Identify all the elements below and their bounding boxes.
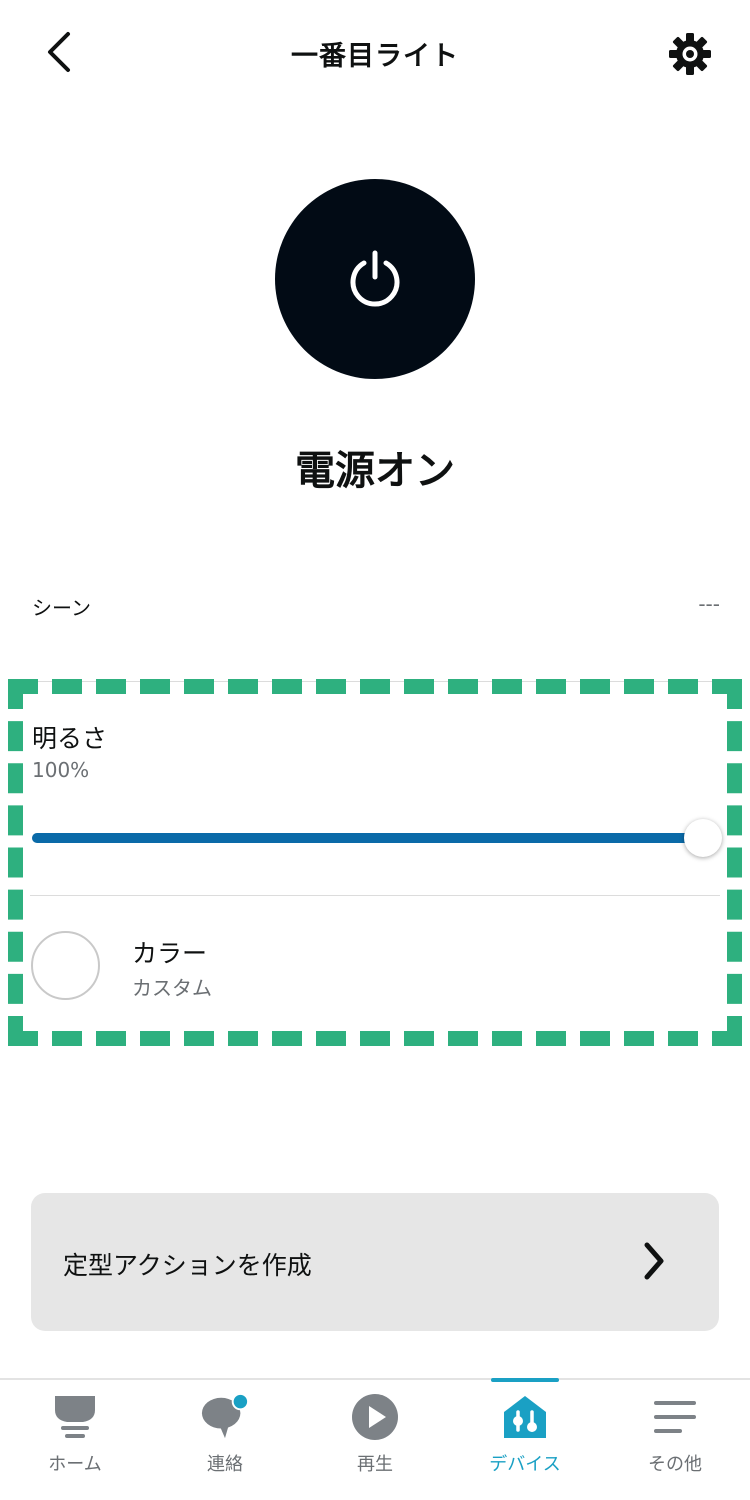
menu-icon	[650, 1392, 700, 1442]
nav-label: 再生	[357, 1454, 393, 1475]
home-icon	[50, 1392, 100, 1442]
settings-button[interactable]	[660, 24, 720, 84]
chat-bubble-icon	[200, 1392, 250, 1442]
create-routine-button[interactable]: 定型アクションを作成	[31, 1193, 719, 1331]
devices-icon	[500, 1392, 550, 1442]
power-toggle-button[interactable]	[275, 179, 475, 379]
nav-item-more[interactable]: その他	[600, 1380, 750, 1500]
notification-badge	[231, 1393, 250, 1411]
create-routine-label: 定型アクションを作成	[63, 1251, 312, 1280]
app-header: 一番目ライト	[0, 0, 750, 110]
nav-item-home[interactable]: ホーム	[0, 1380, 150, 1500]
nav-label: ホーム	[48, 1454, 102, 1475]
page-title: 一番目ライト	[291, 41, 459, 72]
nav-item-play[interactable]: 再生	[300, 1380, 450, 1500]
highlight-frame	[8, 679, 742, 1046]
bottom-nav: ホーム 連絡 再生 デバイス その他	[0, 1378, 750, 1500]
gear-icon	[669, 33, 711, 75]
play-icon	[350, 1392, 400, 1442]
nav-label: その他	[648, 1454, 702, 1475]
nav-item-devices[interactable]: デバイス	[450, 1378, 600, 1500]
active-indicator	[491, 1378, 559, 1382]
power-icon	[350, 250, 400, 307]
scene-value: ---	[698, 592, 720, 616]
power-status: 電源オン	[295, 448, 455, 494]
scene-row[interactable]: シーン ---	[0, 578, 750, 638]
nav-label: 連絡	[207, 1454, 243, 1475]
scene-label: シーン	[32, 596, 91, 620]
nav-item-communicate[interactable]: 連絡	[150, 1380, 300, 1500]
chevron-right-icon	[644, 1242, 664, 1280]
nav-label: デバイス	[489, 1454, 561, 1475]
